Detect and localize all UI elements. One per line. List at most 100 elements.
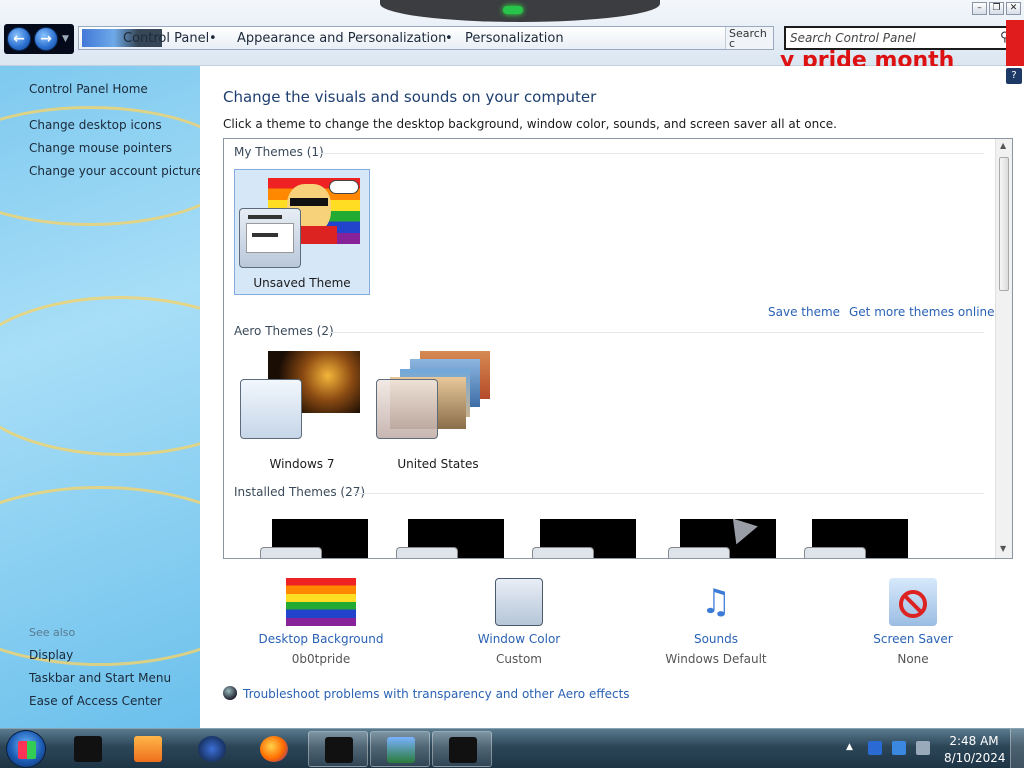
- nav-buttons: ← → ▼: [4, 24, 74, 54]
- breadcrumb-control-panel[interactable]: Control Panel: [123, 31, 209, 46]
- installed-theme[interactable]: [788, 507, 914, 558]
- scrollbar-thumb[interactable]: [999, 157, 1009, 291]
- taskbar-app-3[interactable]: [182, 731, 242, 767]
- window-color-icon: [495, 578, 543, 626]
- clock-time[interactable]: 2:48 AM: [944, 734, 1004, 748]
- installed-theme[interactable]: [380, 507, 506, 558]
- help-icon[interactable]: ?: [1006, 68, 1022, 84]
- media-player-icon: [134, 736, 162, 762]
- change-desktop-icons-link[interactable]: Change desktop icons: [29, 118, 162, 132]
- aero-themes-heading: Aero Themes (2): [234, 324, 334, 338]
- taskbar-start-menu-link[interactable]: Taskbar and Start Menu: [29, 671, 171, 685]
- troubleshoot-link[interactable]: Troubleshoot problems with transparency …: [223, 686, 630, 701]
- firefox-icon: [260, 736, 288, 762]
- theme-label: Windows 7: [269, 457, 335, 471]
- taskbar-media-player[interactable]: [118, 731, 178, 767]
- taskbar-firefox[interactable]: [244, 731, 304, 767]
- show-desktop-button[interactable]: [1010, 729, 1024, 768]
- back-arrow-icon[interactable]: ←: [7, 27, 31, 51]
- divider: [328, 332, 984, 333]
- clock-date[interactable]: 8/10/2024: [944, 751, 1006, 765]
- tile-name[interactable]: Screen Saver: [828, 632, 998, 646]
- taskbar-control-panel[interactable]: [370, 731, 430, 767]
- divider: [352, 493, 984, 494]
- restore-button[interactable]: ❐: [989, 2, 1004, 15]
- window-color-swatch: [260, 547, 322, 558]
- tile-value: Custom: [496, 652, 542, 666]
- app-icon: [74, 736, 102, 762]
- taskbar-window-1[interactable]: [308, 731, 368, 767]
- cartoon-sunglasses: [290, 198, 328, 206]
- tile-name[interactable]: Desktop Background: [236, 632, 406, 646]
- forward-arrow-icon[interactable]: →: [34, 27, 58, 51]
- save-theme-link[interactable]: Save theme: [768, 305, 840, 319]
- left-navigation-pane: Control Panel Home Change desktop icons …: [0, 66, 200, 728]
- address-fragment[interactable]: Search c: [725, 27, 773, 49]
- breadcrumb-separator[interactable]: •: [209, 31, 217, 46]
- window-color-tile[interactable]: Window Color Custom: [434, 578, 604, 668]
- breadcrumb-personalization[interactable]: Personalization: [465, 31, 564, 46]
- window-controls: – ❐ ✕: [972, 2, 1022, 16]
- breadcrumb-appearance[interactable]: Appearance and Personalization: [237, 31, 446, 46]
- scroll-up-icon[interactable]: ▲: [1000, 141, 1006, 150]
- tile-name[interactable]: Window Color: [434, 632, 604, 646]
- installed-theme[interactable]: [652, 507, 778, 558]
- desktop-background-icon: [286, 578, 356, 626]
- get-more-themes-link[interactable]: Get more themes online: [849, 305, 995, 319]
- recent-pages-dropdown-icon[interactable]: ▼: [62, 34, 69, 44]
- system-tray: ▲ 2:48 AM 8/10/2024: [840, 729, 1024, 768]
- gallery-scrollbar[interactable]: ▲ ▼: [995, 139, 1012, 558]
- change-account-picture-link[interactable]: Change your account picture: [29, 164, 200, 178]
- address-bar[interactable]: Control Panel • Appearance and Personali…: [78, 26, 774, 50]
- theme-label: United States: [397, 457, 479, 471]
- minimize-button[interactable]: –: [972, 2, 987, 15]
- page-title: Change the visuals and sounds on your co…: [223, 88, 597, 106]
- network-icon[interactable]: [892, 741, 906, 755]
- speech-bubble: [329, 180, 359, 194]
- breadcrumb-separator[interactable]: •: [445, 31, 453, 46]
- taskbar-window-2[interactable]: [432, 731, 492, 767]
- close-button[interactable]: ✕: [1006, 2, 1021, 15]
- change-mouse-pointers-link[interactable]: Change mouse pointers: [29, 141, 172, 155]
- taskbar: ▲ 2:48 AM 8/10/2024: [0, 728, 1024, 768]
- installed-theme[interactable]: [516, 507, 642, 558]
- screen-saver-tile[interactable]: Screen Saver None: [828, 578, 998, 668]
- start-button[interactable]: [6, 730, 46, 768]
- swatch-panel: [246, 223, 294, 253]
- top-led: [503, 6, 523, 14]
- theme-gallery[interactable]: My Themes (1) Unsaved Theme Save theme G…: [223, 138, 1013, 559]
- display-link[interactable]: Display: [29, 648, 73, 662]
- search-input[interactable]: Search Control Panel ⚲: [784, 26, 1020, 50]
- background-swoosh: [0, 296, 200, 456]
- scroll-down-icon[interactable]: ▼: [1000, 544, 1006, 553]
- window-color-swatch: [668, 547, 730, 558]
- control-panel-home-link[interactable]: Control Panel Home: [29, 82, 148, 96]
- window-color-swatch: [532, 547, 594, 558]
- search-placeholder: Search Control Panel: [790, 31, 916, 45]
- main-content: ? Change the visuals and sounds on your …: [200, 66, 1024, 728]
- window-icon: [449, 737, 477, 763]
- desktop-background-tile[interactable]: Desktop Background 0b0tpride: [236, 578, 406, 668]
- tray-app-icon[interactable]: [868, 741, 882, 755]
- swatch-line: [252, 233, 278, 237]
- installed-themes-heading: Installed Themes (27): [234, 485, 366, 499]
- installed-theme[interactable]: [244, 507, 370, 558]
- show-hidden-icons-icon[interactable]: ▲: [846, 742, 853, 752]
- tile-name[interactable]: Sounds: [631, 632, 801, 646]
- music-notes-icon: ♫: [700, 582, 732, 622]
- volume-icon[interactable]: [916, 741, 930, 755]
- theme-united-states[interactable]: United States: [370, 349, 506, 475]
- see-also-heading: See also: [29, 626, 76, 639]
- taskbar-app-1[interactable]: [58, 731, 118, 767]
- troubleshoot-text[interactable]: Troubleshoot problems with transparency …: [243, 687, 630, 701]
- theme-unsaved[interactable]: Unsaved Theme: [234, 169, 370, 295]
- theme-windows-7[interactable]: Windows 7: [234, 349, 370, 475]
- window-color-swatch: [239, 208, 301, 268]
- ease-of-access-link[interactable]: Ease of Access Center: [29, 694, 162, 708]
- window-color-swatch: [804, 547, 866, 558]
- window-icon: [325, 737, 353, 763]
- sounds-tile[interactable]: ♫ Sounds Windows Default: [631, 578, 801, 668]
- window-titlebar: ← → ▼ Control Panel • Appearance and Per…: [0, 0, 1024, 66]
- overlay-text: y pride month: [780, 48, 955, 66]
- background-swoosh: [0, 486, 200, 666]
